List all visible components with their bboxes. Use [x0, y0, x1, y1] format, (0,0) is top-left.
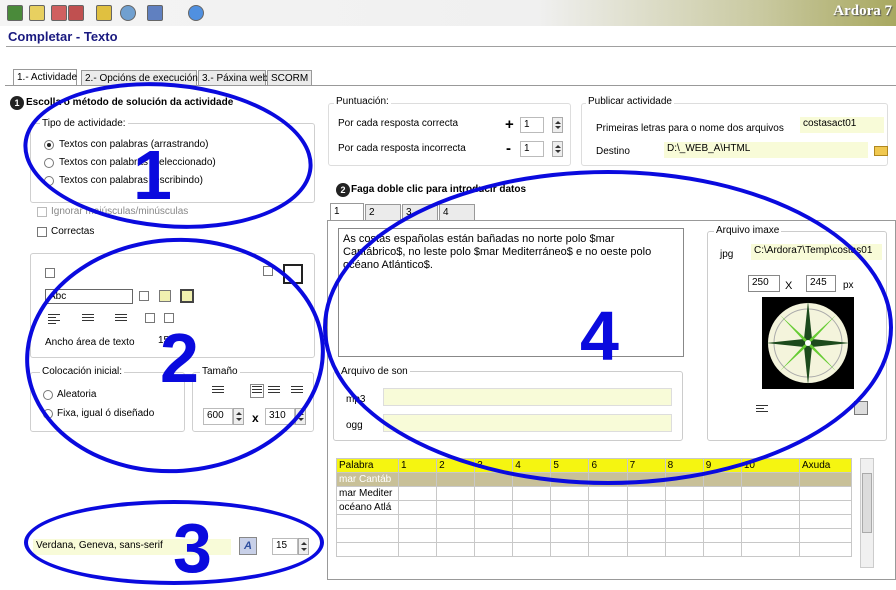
tab-activity[interactable]: 1.- Actividade: [13, 69, 77, 86]
toolbar: Ardora 7: [0, 0, 896, 26]
annotation-number-3: 3: [173, 509, 212, 587]
save-as-icon[interactable]: [68, 5, 84, 21]
table-row[interactable]: [336, 528, 852, 543]
folder-icon[interactable]: [874, 146, 888, 156]
window-title: Completar - Texto: [8, 29, 118, 44]
destination-label: Destino: [596, 146, 630, 157]
export-icon[interactable]: [96, 5, 112, 21]
title-divider: [6, 46, 896, 47]
table-row[interactable]: [336, 514, 852, 529]
new-activity-icon[interactable]: [7, 5, 23, 21]
tab-scorm[interactable]: SCORM: [267, 70, 312, 86]
save-icon[interactable]: [51, 5, 67, 21]
wrong-sign: -: [506, 140, 511, 157]
grid-scrollbar[interactable]: [860, 458, 874, 568]
correct-score-spinner[interactable]: [552, 117, 563, 133]
brand-logo: Ardora 7: [833, 3, 892, 19]
subtab-1[interactable]: 1: [330, 203, 364, 220]
prefix-input[interactable]: costasact01: [800, 117, 884, 133]
annotation-number-1: 1: [133, 136, 172, 214]
style-checkbox-1[interactable]: [45, 268, 55, 278]
correct-label: Correctas: [51, 226, 95, 237]
wrong-score-input[interactable]: 1: [520, 141, 544, 157]
correct-score-label: Por cada resposta correcta: [338, 118, 459, 129]
score-label: Puntuación:: [334, 96, 391, 107]
grid-header: 1: [397, 458, 438, 473]
grid-header: Axuda: [799, 458, 852, 473]
help-icon[interactable]: [188, 5, 204, 21]
publish-label: Publicar actividade: [586, 96, 674, 107]
table-cell[interactable]: mar Cantáb: [336, 472, 399, 487]
table-row[interactable]: [336, 542, 852, 557]
open-icon[interactable]: [29, 5, 45, 21]
subtab-2[interactable]: 2: [365, 204, 401, 220]
tab-web-page[interactable]: 3.- Páxina web: [198, 70, 268, 86]
destination-input[interactable]: D:\_WEB_A\HTML: [664, 142, 868, 158]
preview-icon[interactable]: [120, 5, 136, 21]
annotation-number-4: 4: [580, 297, 619, 375]
table-cell[interactable]: mar Mediter: [336, 486, 399, 501]
correct-score-input[interactable]: 1: [520, 117, 544, 133]
web-icon[interactable]: [147, 5, 163, 21]
grid-header: Palabra: [336, 458, 399, 473]
annotation-number-2: 2: [160, 319, 199, 397]
step-2-badge: 2: [336, 183, 350, 197]
wrong-score-label: Por cada resposta incorrecta: [338, 143, 466, 154]
table-cell[interactable]: océano Atlá: [336, 500, 399, 515]
correct-sign: +: [505, 116, 514, 133]
ogg-label: ogg: [346, 420, 363, 431]
table-row[interactable]: océano Atlá: [336, 500, 852, 515]
prefix-label: Primeiras letras para o nome dos arquivo…: [596, 123, 784, 134]
step-1-badge: 1: [10, 96, 24, 110]
table-row[interactable]: mar Mediter: [336, 486, 852, 501]
grid-scrollbar-thumb[interactable]: [862, 473, 872, 533]
correct-checkbox[interactable]: [37, 227, 47, 237]
wrong-score-spinner[interactable]: [552, 141, 563, 157]
ignore-case-checkbox[interactable]: [37, 207, 47, 217]
